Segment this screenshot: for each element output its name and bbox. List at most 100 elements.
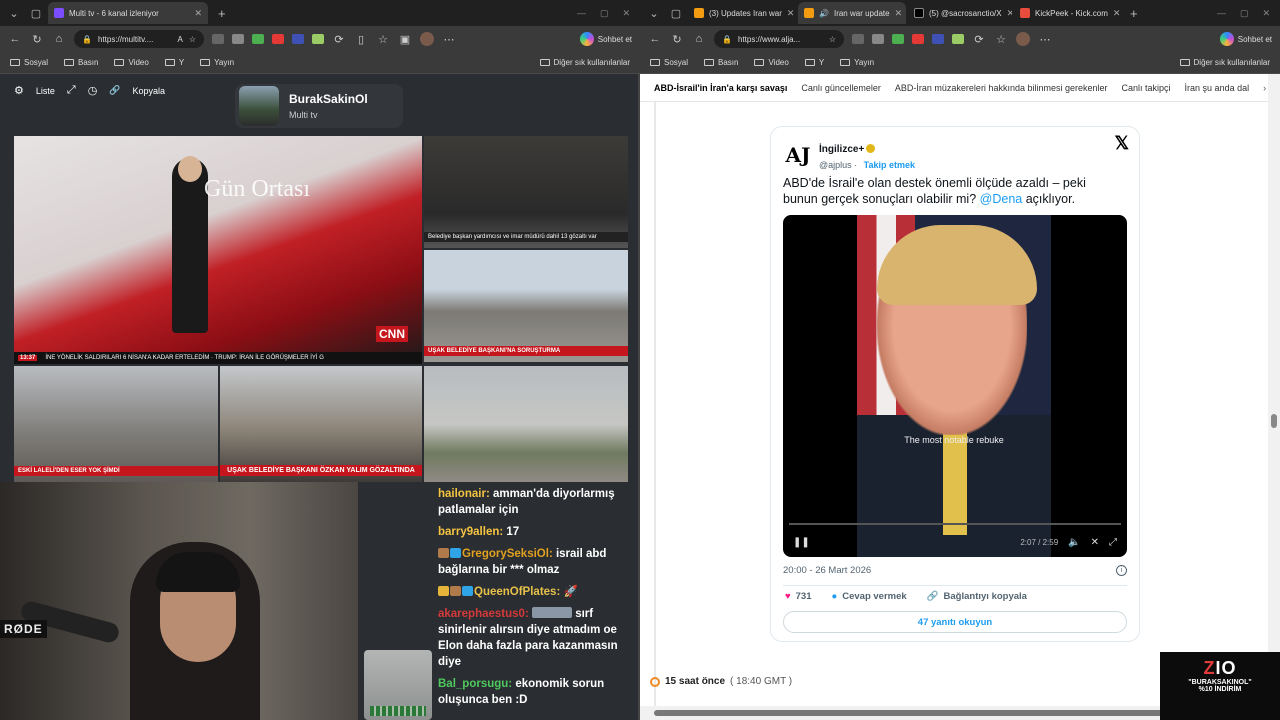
extension-icon[interactable] — [312, 34, 324, 44]
extension-icon[interactable] — [932, 34, 944, 44]
copy-link-button[interactable]: 🔗 Bağlantıyı kopyala — [927, 591, 1027, 602]
new-tab-icon[interactable]: + — [1122, 6, 1146, 21]
copilot-chat-button[interactable]: Sohbet et — [579, 32, 632, 46]
video-progress-bar[interactable] — [789, 523, 1121, 525]
tweet-mention[interactable]: @Dena — [980, 192, 1023, 206]
url-field[interactable]: 🔒 https://multitv.... A ☆ — [74, 30, 204, 48]
tab-menu-icon[interactable]: ⌄ — [4, 3, 24, 23]
ajplus-logo-icon[interactable]: AJ — [785, 142, 811, 168]
bookmark-folder[interactable]: Yayın — [200, 58, 234, 67]
new-tab-icon[interactable]: + — [210, 6, 234, 21]
favorite-star-icon[interactable]: ☆ — [829, 35, 836, 44]
workspaces-icon[interactable]: ▢ — [26, 3, 46, 23]
close-tab-icon[interactable]: ✕ — [194, 8, 202, 19]
profile-avatar[interactable] — [1016, 32, 1030, 46]
chevron-right-icon[interactable]: › — [1263, 83, 1266, 93]
profile-avatar[interactable] — [420, 32, 434, 46]
tab-multitv[interactable]: Multi tv - 6 kanal izleniyor ✕ — [48, 2, 208, 24]
close-window-icon[interactable]: ✕ — [622, 8, 630, 19]
extension-icon[interactable] — [252, 34, 264, 44]
bookmark-folder[interactable]: Yayın — [840, 58, 874, 67]
bookmark-folder[interactable]: Sosyal — [10, 58, 48, 67]
close-tab-icon[interactable]: ✕ — [895, 8, 903, 19]
extension-icon[interactable] — [232, 34, 244, 44]
list-button[interactable]: Liste — [36, 86, 55, 96]
more-icon[interactable]: ⋯ — [1038, 33, 1052, 46]
tab-x[interactable]: (5) @sacrosanctio/X ✕ — [908, 2, 1012, 24]
refresh-icon[interactable]: ↻ — [670, 33, 684, 46]
close-tab-icon[interactable]: ✕ — [1007, 8, 1012, 19]
copy-link-icon[interactable]: 🔗 — [109, 85, 120, 96]
back-icon[interactable]: ← — [8, 33, 22, 45]
tweet-handle[interactable]: @ajplus — [819, 160, 852, 170]
extension-icon[interactable] — [272, 34, 284, 44]
other-favorites[interactable]: Diğer sık kullanılanlar — [539, 58, 630, 67]
maximize-icon[interactable]: ▢ — [1240, 8, 1249, 19]
info-icon[interactable]: i — [1116, 565, 1127, 576]
subnav-item-negotiations[interactable]: ABD-İran müzakereleri hakkında bilinmesi… — [895, 83, 1108, 93]
tab-kickpeek[interactable]: KickPeek - Kick.com ✕ — [1014, 2, 1120, 24]
extension-icon[interactable] — [852, 34, 864, 44]
settings-gear-icon[interactable]: ⚙ — [14, 84, 24, 97]
read-replies-button[interactable]: 47 yanıtı okuyun — [783, 611, 1127, 633]
split-screen-icon[interactable]: ▯ — [354, 33, 368, 46]
extension-icon[interactable] — [952, 34, 964, 44]
tab-updates-iran[interactable]: (3) Updates Iran war ✕ — [688, 2, 796, 24]
tab-menu-icon[interactable]: ⌄ — [644, 3, 664, 23]
back-icon[interactable]: ← — [648, 33, 662, 45]
sync-icon[interactable]: ⟳ — [332, 33, 346, 46]
pause-icon[interactable]: ❚❚ — [793, 537, 810, 548]
scrollbar[interactable] — [1268, 74, 1280, 720]
bookmark-folder[interactable]: Y — [804, 58, 824, 67]
speaker-icon[interactable]: 🔊 — [819, 9, 829, 18]
video-tile-4[interactable]: ESKİ LALELİ'DEN ESER YOK ŞİMDİ — [14, 366, 218, 482]
like-button[interactable]: ♥ 731 — [785, 591, 812, 602]
timer-icon[interactable]: ◷ — [88, 84, 98, 97]
x-logo-icon[interactable]: 𝕏 — [1114, 133, 1129, 154]
sync-icon[interactable]: ⟳ — [972, 33, 986, 46]
extension-icon[interactable] — [912, 34, 924, 44]
refresh-icon[interactable]: ↻ — [30, 33, 44, 46]
chat-username[interactable]: GregorySeksiOl — [462, 548, 549, 560]
tweet-date[interactable]: 20:00 - 26 Mart 2026 — [783, 565, 871, 576]
url-field[interactable]: 🔒 https://www.alja... ☆ — [714, 30, 844, 48]
chat-username[interactable]: Bal_porsugu — [438, 678, 508, 690]
read-aloud-icon[interactable]: A — [177, 35, 182, 44]
favorite-star-icon[interactable]: ☆ — [189, 35, 196, 44]
subnav-item-war[interactable]: ABD-İsrail'in İran'a karşı savaşı — [654, 83, 787, 93]
bookmark-folder[interactable]: Sosyal — [650, 58, 688, 67]
collections-icon[interactable]: ▣ — [398, 33, 412, 46]
more-icon[interactable]: ⋯ — [442, 33, 456, 46]
chat-username[interactable]: akarephaestus0 — [438, 608, 525, 620]
bookmark-folder[interactable]: Video — [754, 58, 789, 67]
subnav-item-iran-now[interactable]: İran şu anda dal — [1185, 83, 1250, 93]
favorites-icon[interactable]: ☆ — [376, 33, 390, 46]
favorites-icon[interactable]: ☆ — [994, 33, 1008, 46]
tweet-video[interactable]: The most notable rebuke ❚❚ 2:07 / 2:59 🔈… — [783, 215, 1127, 557]
subnav-item-live-tracker[interactable]: Canlı takipçi — [1122, 83, 1171, 93]
extension-icon[interactable] — [872, 34, 884, 44]
maximize-icon[interactable]: ▢ — [600, 8, 609, 19]
close-tab-icon[interactable]: ✕ — [1113, 8, 1120, 19]
extension-icon[interactable] — [892, 34, 904, 44]
chat-username[interactable]: QueenOfPlates — [474, 586, 556, 598]
volume-icon[interactable]: 🔈 — [1068, 537, 1080, 548]
extension-icon[interactable] — [292, 34, 304, 44]
home-icon[interactable]: ⌂ — [692, 33, 706, 45]
x-share-icon[interactable]: ✕ — [1091, 537, 1099, 548]
close-tab-icon[interactable]: ✕ — [787, 8, 795, 19]
minimize-icon[interactable]: — — [1217, 8, 1226, 19]
follow-link[interactable]: Takip etmek — [864, 160, 915, 170]
video-tile-6[interactable] — [424, 366, 628, 482]
tab-iran-war-update[interactable]: 🔊 Iran war update ✕ — [798, 2, 906, 24]
extension-icon[interactable] — [212, 34, 224, 44]
video-tile-3[interactable]: UŞAK BELEDİYE BAŞKANI'NA SORUŞTURMA — [424, 250, 628, 362]
channel-card[interactable]: BurakSakinOl Multi tv — [235, 84, 403, 128]
home-icon[interactable]: ⌂ — [52, 33, 66, 45]
reply-button[interactable]: ● Cevap vermek — [832, 591, 907, 602]
workspaces-icon[interactable]: ▢ — [666, 3, 686, 23]
subnav-item-live-updates[interactable]: Canlı güncellemeler — [801, 83, 881, 93]
other-favorites[interactable]: Diğer sık kullanılanlar — [1179, 58, 1270, 67]
bookmark-folder[interactable]: Y — [164, 58, 184, 67]
tweet-author-name[interactable]: İngilizce+ — [819, 144, 864, 155]
